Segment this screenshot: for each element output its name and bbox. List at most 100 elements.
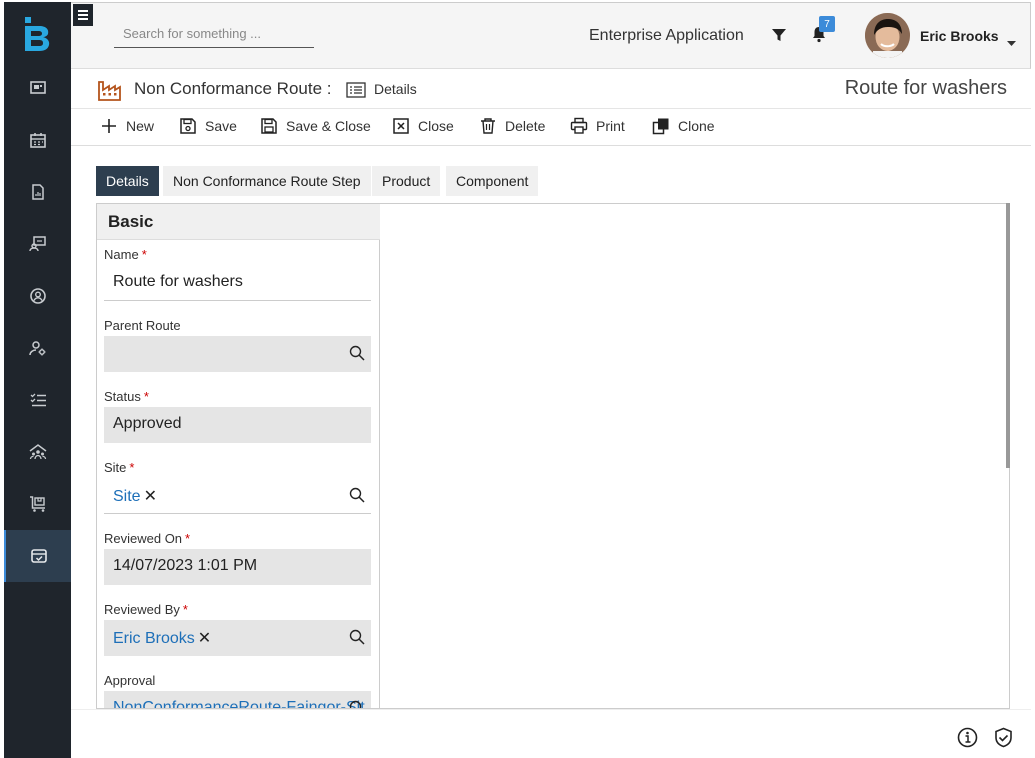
parent-route-label: Parent Route	[104, 318, 181, 333]
new-button[interactable]: New	[100, 117, 154, 135]
desk-icon	[28, 236, 46, 252]
reviewed-by-link[interactable]: Eric Brooks	[113, 630, 195, 647]
nav-team[interactable]	[4, 426, 71, 478]
name-field[interactable]: Route for washers	[104, 265, 371, 301]
save-label: Save	[205, 118, 237, 134]
chevron-down-icon[interactable]	[1007, 34, 1016, 52]
nav-inventory[interactable]	[4, 530, 71, 582]
inventory-box-icon	[30, 549, 47, 563]
page-title-bar: Non Conformance Route : Details Route fo…	[71, 69, 1031, 109]
new-label: New	[126, 118, 155, 134]
top-header: Enterprise Application 7 Eric Brooks	[71, 2, 1031, 69]
tab-component[interactable]: Component	[446, 166, 539, 196]
remove-site-icon[interactable]: ✕	[144, 488, 157, 505]
nav-profile[interactable]	[4, 270, 71, 322]
checklist-icon	[30, 393, 46, 407]
site-label: Site *	[104, 460, 135, 475]
search-icon[interactable]	[349, 629, 365, 650]
brand-logo-icon	[24, 17, 49, 51]
tab-non-conformance-route-step[interactable]: Non Conformance Route Step	[163, 166, 371, 196]
reviewed-on-label: Reviewed On *	[104, 531, 191, 546]
list-icon	[346, 82, 366, 103]
clone-button[interactable]: Clone	[652, 117, 715, 135]
name-value: Route for washers	[113, 273, 243, 290]
status-value: Approved	[113, 415, 182, 432]
hamburger-icon	[78, 10, 88, 12]
save-close-label: Save & Close	[286, 118, 371, 134]
filter-icon[interactable]	[771, 27, 787, 48]
search-icon[interactable]	[349, 345, 365, 366]
close-button[interactable]: Close	[392, 117, 454, 135]
save-icon	[180, 118, 196, 134]
remove-reviewer-icon[interactable]: ✕	[198, 630, 211, 647]
notification-badge: 7	[819, 16, 835, 32]
info-icon[interactable]	[957, 727, 978, 753]
nav-calendar[interactable]	[4, 114, 71, 166]
shield-check-icon[interactable]	[993, 727, 1014, 753]
calendar-icon	[29, 133, 46, 148]
dashboard-icon	[29, 81, 46, 94]
status-label: Status *	[104, 389, 149, 404]
team-icon	[29, 444, 46, 460]
clone-label: Clone	[678, 118, 715, 134]
trash-icon	[481, 118, 495, 134]
brand-logo[interactable]	[4, 2, 71, 66]
view-name: Details	[374, 81, 417, 97]
parent-route-field[interactable]	[104, 336, 371, 372]
sidebar	[4, 2, 71, 758]
footer-bar	[71, 709, 1031, 758]
search-icon[interactable]	[349, 487, 365, 508]
site-value-link[interactable]: Site	[113, 488, 141, 505]
approval-field[interactable]: NonConformanceRoute-Faingor-Sit	[104, 691, 371, 708]
user-circle-icon	[29, 288, 46, 304]
reviewed-on-value: 14/07/2023 1:01 PM	[113, 557, 258, 574]
menu-toggle-button[interactable]	[73, 4, 93, 26]
reviewed-by-field[interactable]: Eric Brooks ✕	[104, 620, 371, 656]
cart-icon	[29, 496, 45, 512]
site-field[interactable]: Site ✕	[104, 478, 371, 514]
form-panel: Basic Name * Route for washers Parent Rou…	[96, 203, 1010, 709]
reviewed-on-field[interactable]: 14/07/2023 1:01 PM	[104, 549, 371, 585]
nav-checklist[interactable]	[4, 374, 71, 426]
status-field[interactable]: Approved	[104, 407, 371, 443]
print-label: Print	[596, 118, 625, 134]
record-title: Route for washers	[844, 77, 1007, 99]
section-title: Basic	[97, 204, 380, 240]
save-button[interactable]: Save	[179, 117, 237, 135]
plus-icon	[102, 119, 116, 133]
nav-reports[interactable]	[4, 166, 71, 218]
nav-cart[interactable]	[4, 478, 71, 530]
report-icon	[31, 184, 44, 200]
scrollbar-thumb[interactable]	[1006, 203, 1010, 468]
nav-dashboard[interactable]	[4, 62, 71, 114]
avatar[interactable]	[865, 13, 910, 58]
detail-content-area	[380, 204, 1009, 708]
nav-user-settings[interactable]	[4, 322, 71, 374]
print-button[interactable]: Print	[570, 117, 625, 135]
approval-label: Approval	[104, 673, 156, 688]
approval-link[interactable]: NonConformanceRoute-Faingor-Sit	[113, 699, 365, 708]
user-name[interactable]: Eric Brooks	[920, 28, 999, 44]
basic-section: Basic Name * Route for washers Parent Rou…	[97, 204, 380, 708]
factory-icon	[98, 79, 122, 106]
save-close-button[interactable]: Save & Close	[260, 117, 371, 135]
tab-product[interactable]: Product	[372, 166, 441, 196]
delete-button[interactable]: Delete	[479, 117, 545, 135]
action-toolbar: New Save Save & Close Close Delete Print…	[71, 109, 1031, 146]
app-name: Enterprise Application	[589, 27, 744, 44]
page-title: Non Conformance Route :	[134, 79, 332, 98]
app-root: Enterprise Application 7 Eric Brooks	[0, 0, 1035, 758]
close-label: Close	[418, 118, 454, 134]
name-label: Name *	[104, 247, 147, 262]
reviewed-by-label: Reviewed By *	[104, 602, 188, 617]
clone-icon	[652, 118, 669, 135]
nav-desk[interactable]	[4, 218, 71, 270]
user-settings-icon	[28, 341, 45, 356]
printer-icon	[570, 117, 588, 134]
close-icon	[393, 118, 409, 134]
tab-details[interactable]: Details	[96, 166, 159, 196]
delete-label: Delete	[505, 118, 546, 134]
search-icon[interactable]	[349, 700, 365, 708]
save-close-icon	[261, 118, 277, 134]
search-input[interactable]	[114, 19, 314, 48]
